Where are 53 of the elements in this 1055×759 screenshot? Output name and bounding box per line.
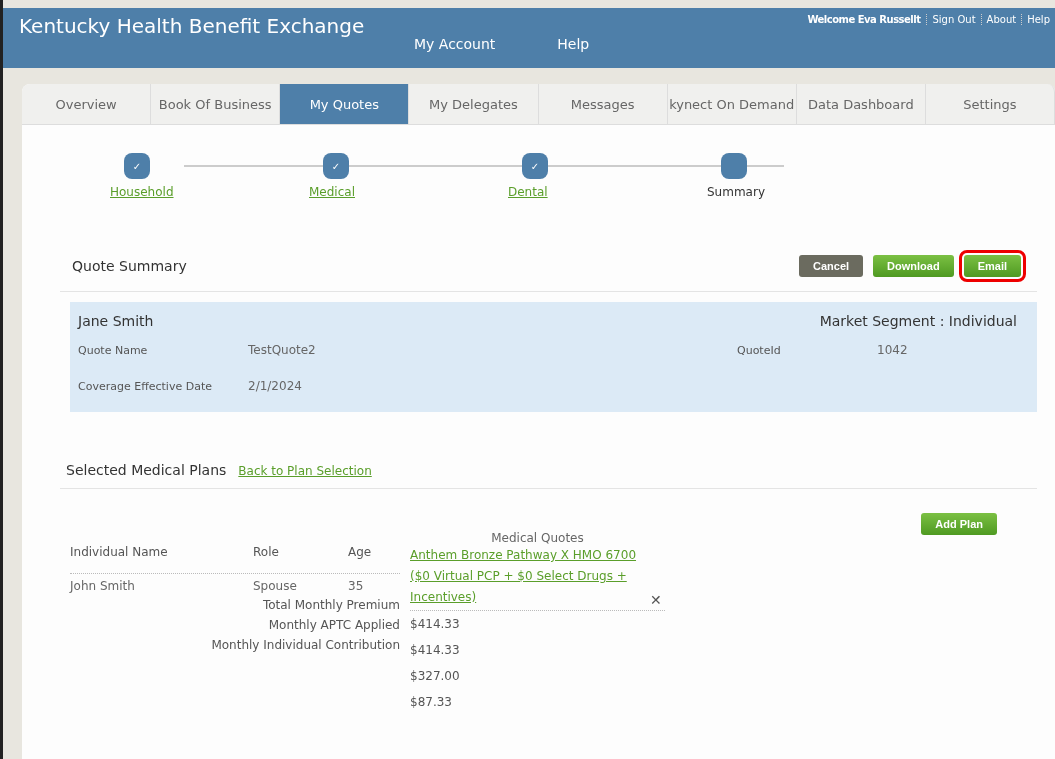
field-value: TestQuote2 [248, 343, 317, 357]
column-header: Individual Name [70, 545, 169, 559]
step-title: Summary [707, 185, 765, 199]
header-link[interactable]: About [980, 14, 1022, 25]
tab[interactable]: kynect On Demand [667, 84, 797, 124]
total-label: Monthly Individual Contribution [211, 638, 400, 652]
column-header: Medical Quotes [490, 531, 585, 545]
step-link[interactable]: Dental [508, 185, 548, 199]
nav-link[interactable]: Help [557, 36, 590, 68]
close-icon[interactable]: ✕ [650, 592, 662, 608]
column-header: Age [348, 545, 373, 559]
tab[interactable]: Messages [538, 84, 668, 124]
tab[interactable]: Settings [925, 84, 1055, 124]
header-link[interactable]: Sign Out [926, 14, 981, 25]
site-title: Kentucky Health Benefit Exchange [18, 13, 366, 40]
field-label: Coverage Effective Date [78, 379, 213, 393]
amount-value: $327.00 [410, 668, 461, 685]
section-title: Selected Medical Plans [66, 462, 227, 478]
tab[interactable]: My Delegates [409, 84, 539, 124]
table-cell-text: 35 [348, 579, 365, 593]
step-link[interactable]: Medical [309, 185, 355, 199]
customer-name: Jane Smith [78, 313, 154, 329]
header-link[interactable]: Help [1021, 14, 1055, 25]
welcome-text: Welcome Eva Russellt [806, 14, 922, 25]
plan-link[interactable]: Anthem Bronze Pathway X HMO 6700 ($0 Virtual PCP + $0 Select Drugs + Incentives) [410, 545, 650, 608]
field-label: QuoteId [737, 343, 782, 357]
market-segment-label: Market Segment : Individual [819, 313, 1017, 329]
step-marker: ✓ [522, 153, 548, 179]
table-cell-text: Spouse [253, 579, 298, 593]
step-link[interactable]: Household [110, 185, 174, 199]
total-label: Monthly APTC Applied [268, 618, 400, 632]
amount-value: $414.33 [410, 616, 461, 633]
step-marker: ✓ [124, 153, 150, 179]
amount-value: $87.33 [410, 694, 453, 711]
action-button[interactable]: Download [873, 255, 954, 277]
field-value: 2/1/2024 [248, 379, 303, 393]
step-marker [721, 153, 747, 179]
back-link[interactable]: Back to Plan Selection [238, 464, 372, 478]
cancel-button[interactable]: Cancel [799, 255, 864, 277]
total-label: Total Monthly Premium [262, 598, 400, 612]
section-title: Quote Summary [72, 258, 187, 274]
field-label: Quote Name [78, 343, 149, 357]
add-plan-button[interactable]: Add Plan [921, 513, 997, 535]
amount-value: $414.33 [410, 642, 461, 659]
column-header: Role [253, 545, 280, 559]
tab[interactable]: Data Dashboard [796, 84, 926, 124]
table-cell-text: John Smith [70, 579, 136, 593]
tab[interactable]: Book Of Business [151, 84, 281, 124]
nav-link[interactable]: My Account [414, 36, 496, 68]
tab[interactable]: My Quotes [280, 84, 410, 124]
field-value: 1042 [877, 343, 909, 357]
tab[interactable]: Overview [22, 84, 152, 124]
step-marker: ✓ [323, 153, 349, 179]
